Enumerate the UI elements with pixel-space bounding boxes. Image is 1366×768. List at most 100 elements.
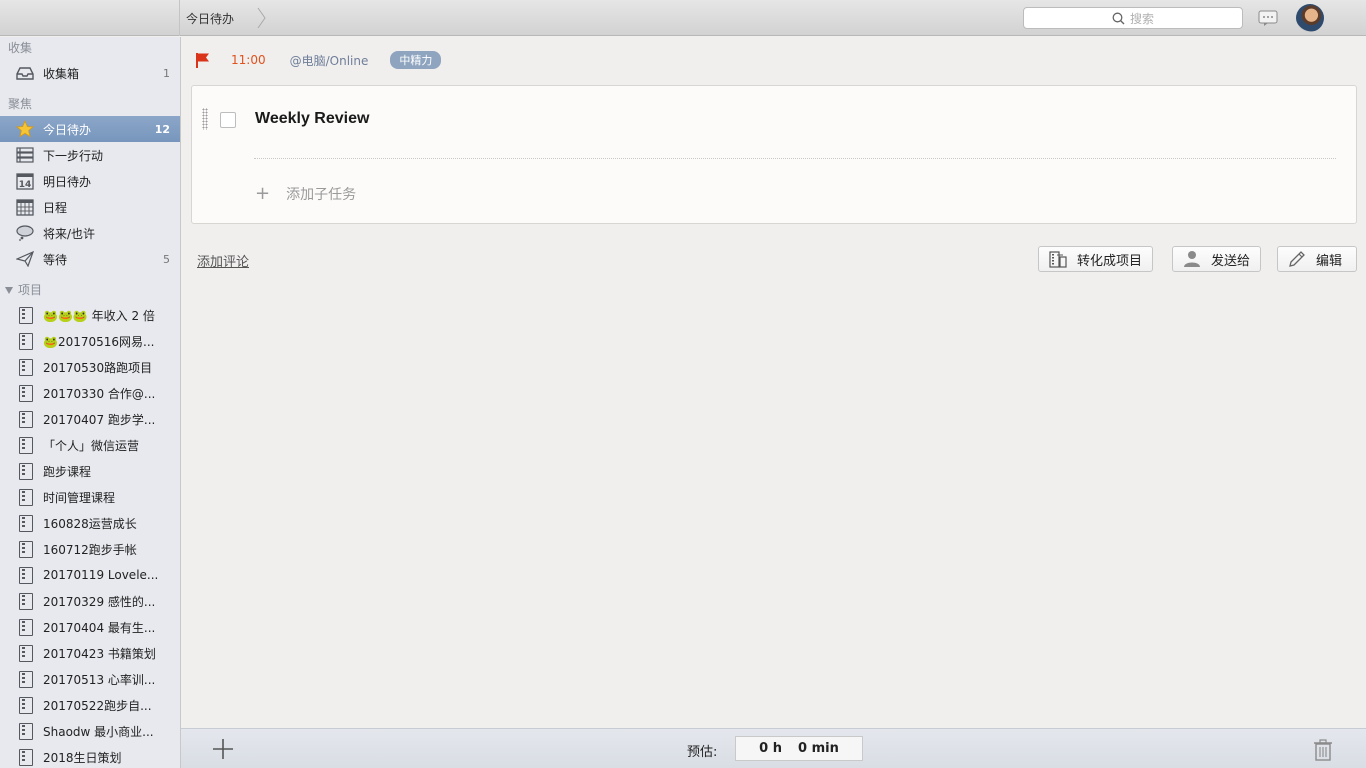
list-icon [16,146,34,164]
convert-to-project-label: 转化成项目 [1077,253,1143,269]
edit-button[interactable]: 编辑 [1277,246,1357,272]
flag-icon[interactable] [195,52,211,69]
estimate-label: 预估: [687,745,718,760]
calendar-14-icon: 14 [16,172,34,190]
project-notebook-icon [19,410,33,428]
sidebar-item-label: 日程 [43,200,68,215]
sidebar: 收集 收集箱 1 聚焦 今日待办 12 下一步行动 14 明日待办 日程 将来/… [0,37,181,768]
sidebar-item-label: 20170513 心率训... [43,672,156,687]
sidebar-item-project[interactable]: 20170522跑步自... [0,692,180,718]
task-card: Weekly Review + 添加子任务 [191,85,1357,224]
estimate-field[interactable]: 0 h 0 min [735,736,863,761]
bottom-bar: 预估: 0 h 0 min [181,728,1366,768]
calendar-grid-icon [16,198,34,216]
project-notebook-icon [19,306,33,324]
search-input[interactable]: 搜索 [1023,7,1243,29]
section-title-collect: 收集 [8,41,33,55]
project-notebook-icon [19,566,33,584]
sidebar-item-label: 等待 [43,252,68,267]
project-notebook-icon [19,488,33,506]
task-context[interactable]: @电脑/Online [290,52,369,69]
sidebar-item-project[interactable]: 20170329 感性的... [0,588,180,614]
energy-tag[interactable]: 中精力 [390,51,442,69]
toolbar-sidebar-area [0,0,180,36]
add-comment-link[interactable]: 添加评论 [197,251,249,270]
sidebar-item-label: 🐸20170516网易... [43,334,155,349]
sidebar-item-project[interactable]: 跑步课程 [0,458,180,484]
estimate-minutes: 0 min [798,741,839,756]
sidebar-item-count: 12 [154,122,170,136]
section-title-projects[interactable]: 项目 [0,279,180,302]
project-notebook-icon [19,436,33,454]
project-notebook-icon [19,462,33,480]
project-notebook-icon [19,696,33,714]
sidebar-item-project[interactable]: 20170513 心率训... [0,666,180,692]
message-icon[interactable] [1258,10,1278,27]
task-time[interactable]: 11:00 [231,53,266,67]
sidebar-item-label: 2018生日策划 [43,750,122,765]
sidebar-item-label: 20170330 合作@... [43,386,156,401]
project-notebook-icon [19,618,33,636]
sidebar-item-label: 20170329 感性的... [43,594,156,609]
sidebar-item-today[interactable]: 今日待办 12 [0,116,180,142]
sidebar-item-project[interactable]: 20170330 合作@... [0,380,180,406]
section-title-label: 项目 [18,283,43,297]
trash-icon[interactable] [1313,739,1333,761]
sidebar-item-label: 20170522跑步自... [43,698,152,713]
project-notebook-icon [19,540,33,558]
project-notebook-icon [19,384,33,402]
sidebar-item-project[interactable]: 20170119 Lovele... [0,562,180,588]
drag-handle-icon[interactable] [202,108,208,130]
sidebar-item-label: 20170119 Lovele... [43,568,159,582]
sidebar-item-label: 20170404 最有生... [43,620,156,635]
sidebar-item-project[interactable]: 🐸20170516网易... [0,328,180,354]
breadcrumb-current[interactable]: 今日待办 [186,10,234,27]
sidebar-item-project[interactable]: 20170404 最有生... [0,614,180,640]
breadcrumb-chevron-icon [257,7,266,29]
sidebar-item-project[interactable]: 20170423 书籍策划 [0,640,180,666]
convert-to-project-button[interactable]: 转化成项目 [1038,246,1154,272]
sidebar-item-tomorrow[interactable]: 14 明日待办 [0,168,180,194]
edit-label: 编辑 [1316,253,1343,269]
add-subtask-button[interactable]: + 添加子任务 [255,184,356,204]
sidebar-item-waiting[interactable]: 等待 5 [0,246,180,272]
avatar[interactable] [1296,4,1324,32]
send-to-button[interactable]: 发送给 [1172,246,1262,272]
project-notebook-icon [19,722,33,740]
sidebar-item-project[interactable]: 20170407 跑步学... [0,406,180,432]
sidebar-item-label: 20170423 书籍策划 [43,646,156,661]
project-notebook-icon [19,748,33,766]
sidebar-item-project[interactable]: 20170530路跑项目 [0,354,180,380]
sidebar-item-label: 今日待办 [43,122,92,137]
task-detail-pane: 11:00 @电脑/Online 中精力 Weekly Review + 添加子… [181,37,1366,728]
breadcrumb: 今日待办 [186,0,234,36]
project-notebook-icon [19,592,33,610]
sidebar-item-count: 1 [163,66,170,80]
sidebar-item-inbox[interactable]: 收集箱 1 [0,60,180,86]
sidebar-item-label: 20170407 跑步学... [43,412,156,427]
sidebar-item-next-actions[interactable]: 下一步行动 [0,142,180,168]
add-task-plus-icon[interactable] [211,737,235,761]
sidebar-item-label: 将来/也许 [43,226,96,241]
estimate-hours: 0 h [759,741,782,756]
cloud-icon [16,224,34,242]
task-title[interactable]: Weekly Review [255,110,369,128]
sidebar-item-project[interactable]: 160828运营成长 [0,510,180,536]
pencil-icon [1288,250,1306,268]
sidebar-item-schedule[interactable]: 日程 [0,194,180,220]
sidebar-item-project[interactable]: 160712跑步手帐 [0,536,180,562]
sidebar-item-someday[interactable]: 将来/也许 [0,220,180,246]
sidebar-item-label: 收集箱 [43,66,80,81]
task-checkbox[interactable] [220,112,236,128]
sidebar-item-project[interactable]: 「个人」微信运营 [0,432,180,458]
sidebar-item-project[interactable]: 🐸🐸🐸 年收入 2 倍 [0,302,180,328]
section-title-focus: 聚焦 [8,97,33,111]
top-toolbar: 今日待办 搜索 [0,0,1366,36]
send-to-label: 发送给 [1211,253,1251,269]
disclosure-triangle-icon[interactable] [5,287,13,294]
sidebar-item-project[interactable]: 2018生日策划 [0,744,180,768]
sidebar-item-project[interactable]: Shaodw 最小商业... [0,718,180,744]
project-list: 🐸🐸🐸 年收入 2 倍 🐸20170516网易... 20170530路跑项目 201… [0,302,180,768]
sidebar-item-label: Shaodw 最小商业... [43,724,154,739]
sidebar-item-project[interactable]: 时间管理课程 [0,484,180,510]
